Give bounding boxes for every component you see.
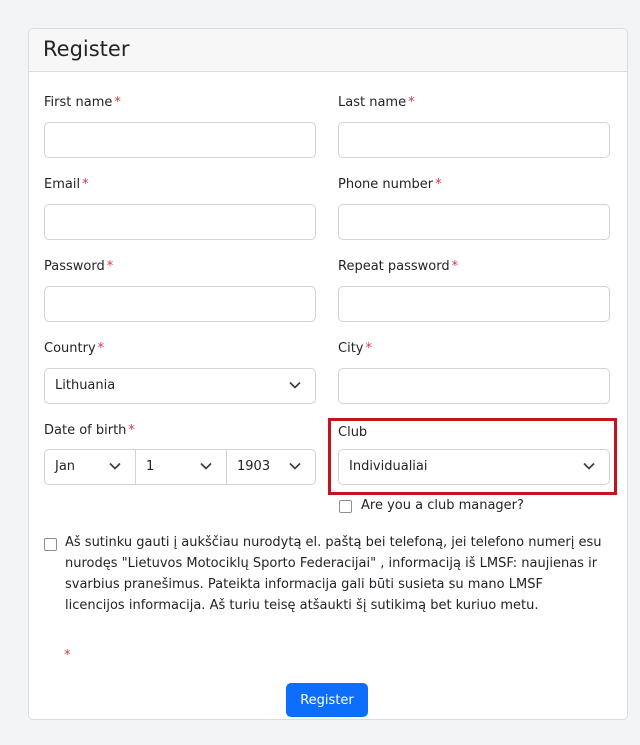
page-title: Register [43,37,130,61]
card-header: Register [29,29,627,72]
club-manager-label: Are you a club manager? [361,498,524,513]
chevron-down-icon [583,462,595,470]
dob-label: Date of birth * [44,423,135,438]
register-button[interactable]: Register [286,683,368,717]
dob-day-value: 1 [146,459,155,474]
repeat-password-input[interactable] [338,286,610,322]
chevron-down-icon [289,462,301,470]
club-value: Individualiai [349,459,428,474]
country-value: Lithuania [55,378,116,393]
city-input[interactable] [338,368,610,404]
password-label: Password * [44,259,114,274]
required-mark: * [435,177,442,192]
phone-input[interactable] [338,204,610,240]
password-input[interactable] [44,286,316,322]
required-mark: * [106,259,114,274]
required-mark: * [97,341,105,356]
required-mark: * [365,341,372,356]
consent-checkbox[interactable] [44,538,57,551]
dob-month-value: Jan [55,459,76,474]
consent-required-mark: * [64,648,71,663]
last-name-input[interactable] [338,122,610,158]
chevron-down-icon [200,462,212,470]
repeat-password-label: Repeat password * [338,259,459,274]
city-label: City * [338,341,372,356]
last-name-label: Last name * [338,95,415,110]
required-mark: * [82,177,89,192]
country-select[interactable]: Lithuania [44,368,316,404]
country-label: Country * [44,341,105,356]
required-mark: * [451,259,459,274]
phone-label: Phone number * [338,177,442,192]
required-mark: * [128,423,135,438]
club-manager-checkbox[interactable] [339,500,352,513]
club-label: Club [338,425,368,440]
dob-year-value: 1903 [237,459,271,474]
consent-text: Aš sutinku gauti į aukščiau nurodytą el.… [65,535,602,613]
first-name-input[interactable] [44,122,316,158]
club-select[interactable]: Individualiai [338,449,610,485]
chevron-down-icon [109,462,121,470]
dob-day-select[interactable]: 1 [135,449,227,485]
dob-year-select[interactable]: 1903 [226,449,316,485]
required-mark: * [408,95,415,110]
chevron-down-icon [289,381,301,389]
email-label: Email * [44,177,89,192]
first-name-label: First name * [44,95,121,110]
dob-month-select[interactable]: Jan [44,449,136,485]
email-input[interactable] [44,204,316,240]
required-mark: * [114,95,121,110]
